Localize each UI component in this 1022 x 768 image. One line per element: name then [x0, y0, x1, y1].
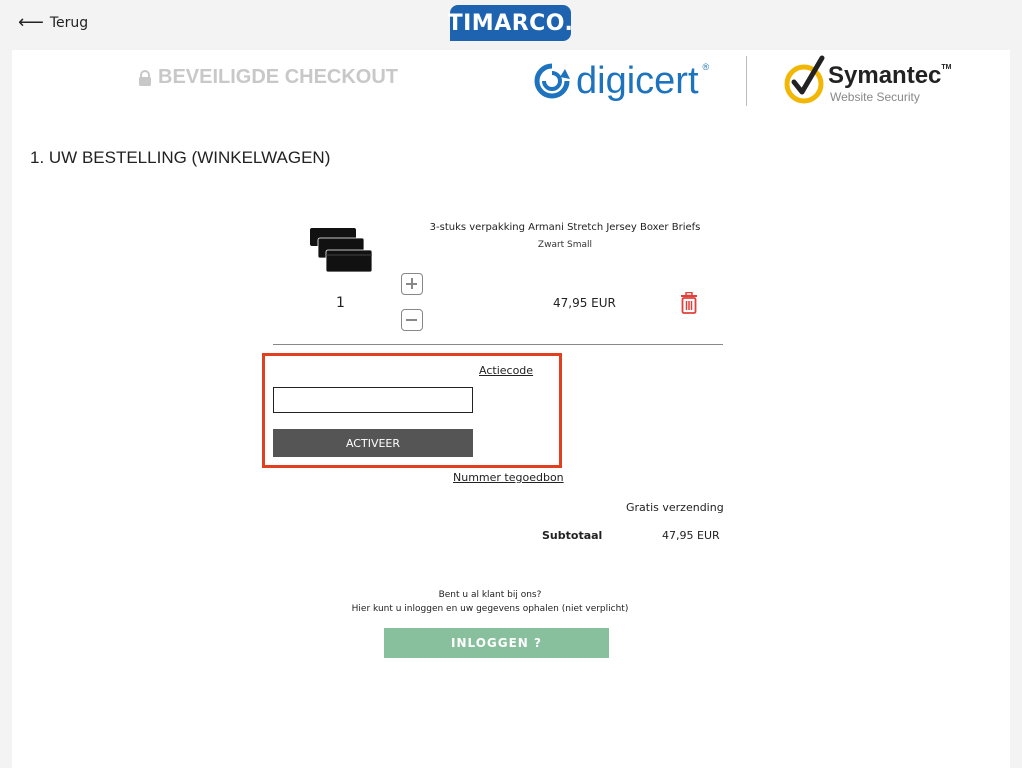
logo-divider [746, 56, 747, 106]
login-button[interactable]: INLOGGEN ? [384, 628, 609, 658]
actiecode-link[interactable]: Actiecode [479, 364, 533, 377]
login-subtitle: Hier kunt u inloggen en uw gegevens opha… [351, 604, 629, 614]
item-price: 47,95 EUR [553, 296, 616, 310]
increase-quantity-button[interactable] [401, 273, 423, 295]
cart-divider [273, 344, 723, 345]
lock-icon [139, 69, 151, 86]
digicert-reg: ® [702, 62, 710, 72]
product-image[interactable] [306, 228, 374, 280]
logo-text: TIMARCO. [447, 10, 574, 36]
top-bar: ⟵ Terug TIMARCO. [0, 0, 1022, 50]
digicert-logo: digicert ® [532, 56, 709, 106]
symantec-subtitle: Website Security [830, 90, 920, 104]
order-section-title: 1. UW BESTELLING (WINKELWAGEN) [30, 148, 331, 167]
secure-checkout-label: BEVEILIGDE CHECKOUT [158, 66, 399, 88]
subtotal-label: Subtotaal [542, 529, 603, 542]
symantec-tm: TM [941, 64, 952, 71]
back-link[interactable]: ⟵ Terug [18, 12, 89, 33]
trash-icon[interactable] [680, 292, 698, 314]
symantec-name: SymantecTM [828, 62, 952, 90]
timarco-logo[interactable]: TIMARCO. [447, 5, 574, 41]
product-variant: Zwart Small [537, 240, 593, 250]
voucher-link[interactable]: Nummer tegoedbon [453, 471, 564, 484]
arrow-left-icon: ⟵ [18, 12, 44, 33]
symantec-name-text: Symantec [828, 62, 942, 89]
secure-checkout-heading: BEVEILIGDE CHECKOUT [138, 66, 398, 89]
quantity-value: 1 [336, 295, 345, 311]
digicert-name: digicert [576, 59, 699, 102]
symantec-logo: SymantecTM Website Security [782, 52, 962, 110]
product-name: 3-stuks verpakking Armani Stretch Jersey… [429, 222, 701, 233]
promo-code-input[interactable] [273, 387, 473, 413]
existing-customer-question: Bent u al klant bij ons? [438, 590, 542, 600]
digicert-icon [534, 63, 570, 99]
checkmark-seal-icon [784, 55, 825, 104]
subtotal-value: 47,95 EUR [662, 529, 720, 542]
activate-button[interactable]: ACTIVEER [273, 429, 473, 457]
decrease-quantity-button[interactable] [401, 309, 423, 331]
back-label: Terug [49, 15, 89, 31]
shipping-info: Gratis verzending [626, 501, 724, 514]
